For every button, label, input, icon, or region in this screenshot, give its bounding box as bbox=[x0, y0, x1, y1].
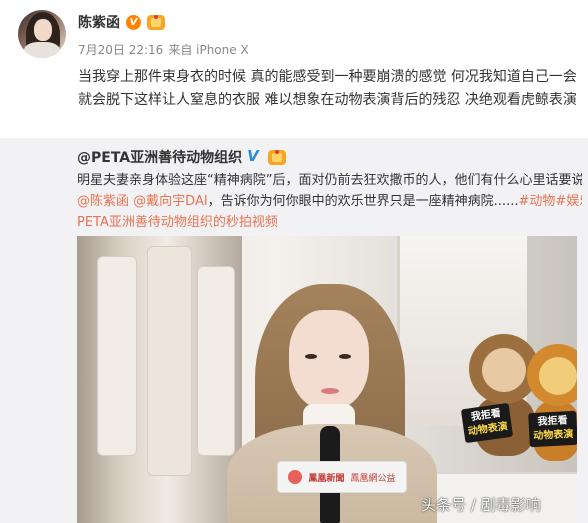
sign-line: 动物表演 bbox=[533, 428, 574, 443]
hashtag-link[interactable]: #娱乐# bbox=[555, 194, 582, 209]
retweet-text-fragment: ，告诉你为何你眼中的欢乐世界只是一座精神病院...... bbox=[207, 194, 519, 209]
vip-badge-icon: V bbox=[126, 14, 141, 30]
hashtag-link[interactable]: #动物 bbox=[518, 194, 555, 209]
plush-lion-face bbox=[539, 357, 577, 395]
person-face bbox=[289, 310, 369, 410]
retweet-text: 明星夫妻亲身体验这座“精神病院”后，面对仍前去狂欢撒币的人，他们有什么心里话要说… bbox=[77, 170, 582, 233]
ifeng-logo-icon bbox=[288, 470, 303, 484]
garment bbox=[97, 256, 137, 456]
post-text: 当我穿上那件束身衣的时候 真的能感受到一种要崩溃的感觉 何况我知道自己一会就会脱… bbox=[78, 69, 577, 108]
protest-sign: 我拒看 动物表演 bbox=[528, 410, 577, 448]
microphone-flag: 鳳凰新聞 鳳凰網公益 bbox=[277, 461, 407, 493]
protest-sign: 我拒看 动物表演 bbox=[460, 402, 514, 444]
mic-flag-partner: 鳳凰網公益 bbox=[350, 473, 396, 484]
post-source: 来自 iPhone X bbox=[168, 43, 249, 57]
mention-link[interactable]: @陈紫函 bbox=[77, 194, 129, 209]
post-meta: 7月20日 22:16 来自 iPhone X bbox=[78, 41, 249, 58]
person-eye bbox=[305, 354, 317, 359]
avatar-face-shape bbox=[34, 19, 52, 41]
garment bbox=[147, 246, 192, 476]
video-link[interactable]: PETA亚洲善待动物组织的秒拍视频 bbox=[77, 212, 582, 233]
member-crown-icon bbox=[268, 149, 287, 165]
person-lips bbox=[321, 388, 339, 394]
person-eye bbox=[339, 354, 351, 359]
garment bbox=[197, 266, 235, 456]
plush-lion-face bbox=[482, 348, 526, 392]
weibo-post: 陈紫函 V 7月20日 22:16 来自 iPhone X 当我穿上那件束身衣的… bbox=[0, 0, 588, 138]
retweet-header: @PETA亚洲善待动物组织 bbox=[77, 147, 287, 167]
retweet-author[interactable]: @PETA亚洲善待动物组织 bbox=[77, 147, 242, 167]
avatar-body-shape bbox=[24, 42, 60, 58]
post-header: 陈紫函 V bbox=[78, 12, 165, 32]
avatar[interactable] bbox=[18, 10, 66, 58]
watermark: 头条号 / 剧毒影响 bbox=[421, 496, 541, 514]
post-date[interactable]: 7月20日 22:16 bbox=[78, 41, 163, 58]
mic-flag-brand: 鳳凰新聞 bbox=[308, 473, 345, 484]
verified-icon bbox=[247, 147, 263, 165]
retweet-block: @PETA亚洲善待动物组织 明星夫妻亲身体验这座“精神病院”后，面对仍前去狂欢撒… bbox=[0, 138, 588, 523]
mention-link[interactable]: @戴向宇DAI bbox=[133, 194, 208, 209]
retweet-text-line-1: 明星夫妻亲身体验这座“精神病院”后，面对仍前去狂欢撒币的人，他们有什么心里话要说… bbox=[77, 173, 582, 188]
video-thumbnail[interactable]: 我拒看 动物表演 我拒看 动物表演 鳳凰新聞 鳳凰網公益 头条号 / 剧毒影响 bbox=[77, 236, 577, 523]
retweet-text-line-2: @陈紫函 @戴向宇DAI，告诉你为何你眼中的欢乐世界只是一座精神病院......… bbox=[77, 191, 582, 212]
author-name[interactable]: 陈紫函 bbox=[78, 12, 120, 32]
member-crown-icon bbox=[147, 14, 165, 30]
